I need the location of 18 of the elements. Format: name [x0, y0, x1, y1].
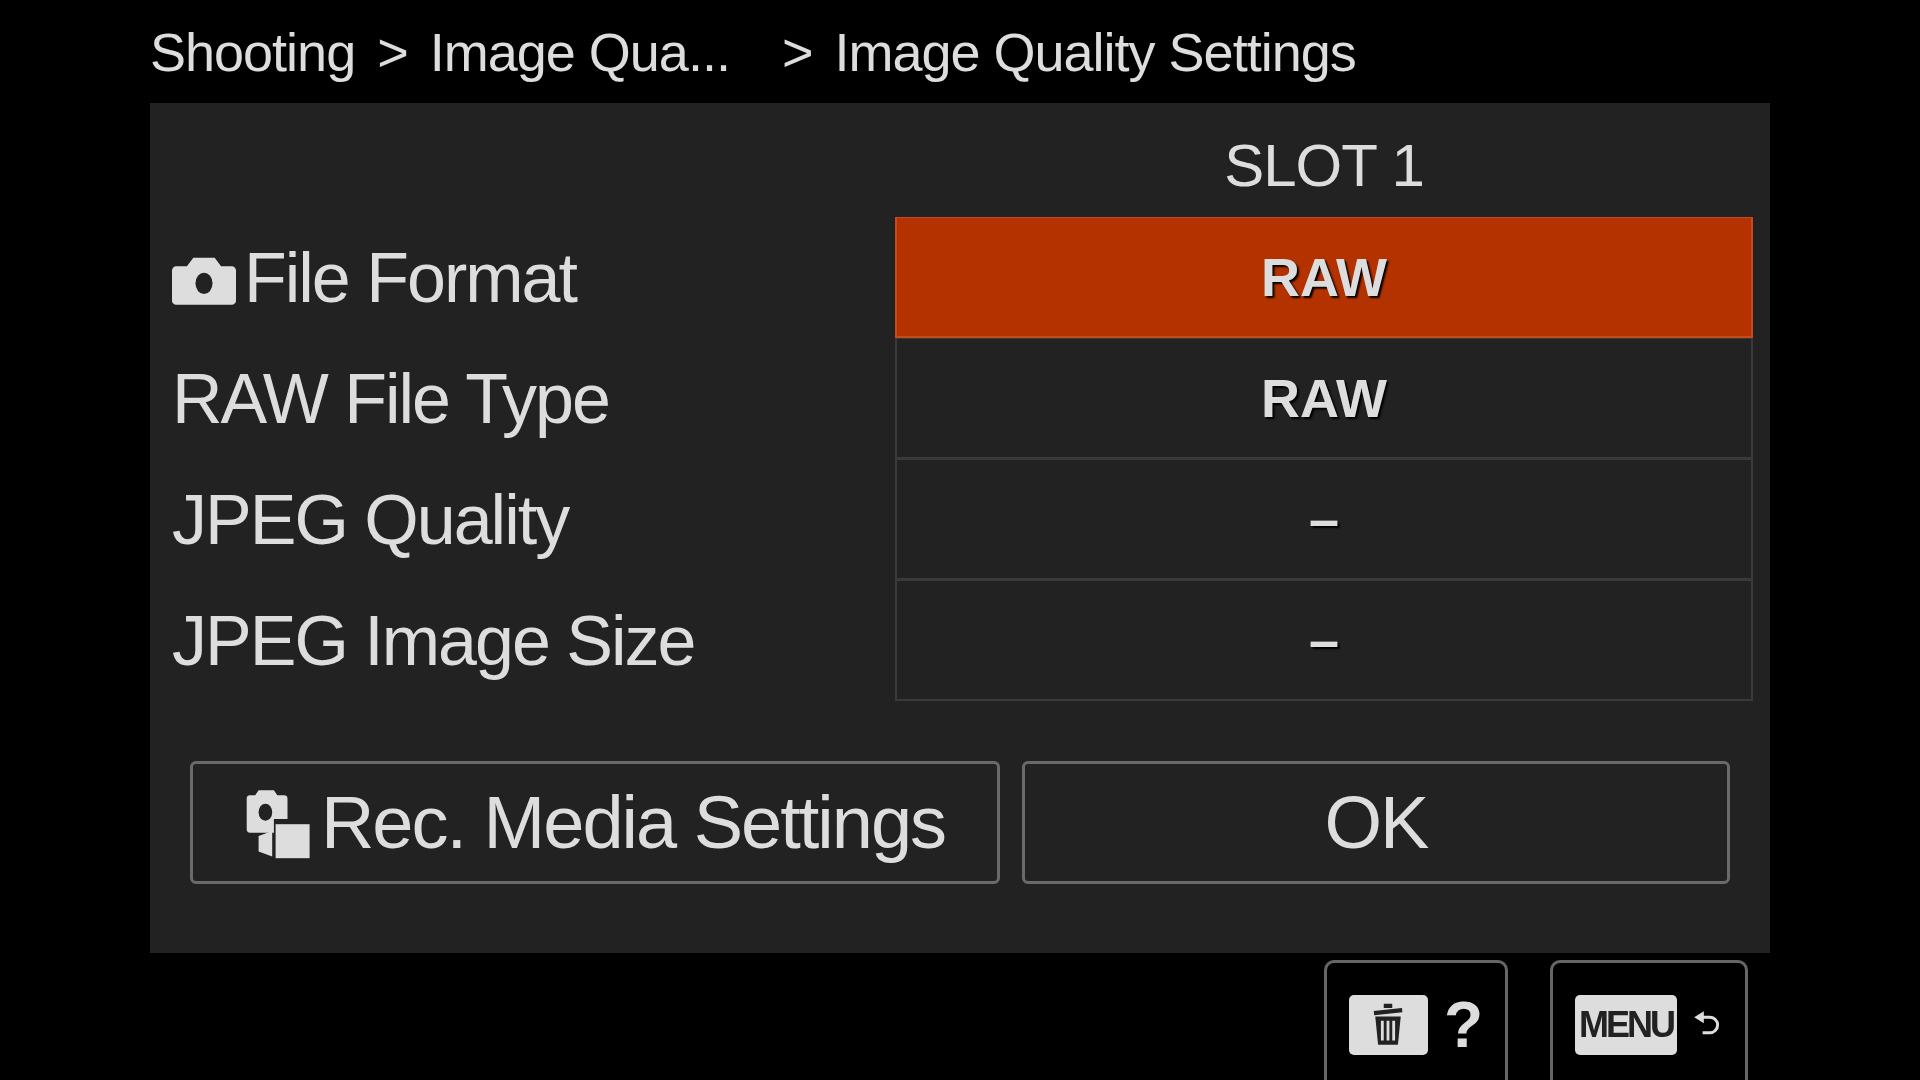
setting-label: JPEG Image Size [172, 600, 695, 681]
column-header: SLOT 1 [1223, 130, 1425, 200]
setting-label: File Format [244, 237, 576, 318]
breadcrumb-item: Image Quality Settings [834, 20, 1356, 83]
breadcrumb-item: Shooting [150, 20, 356, 83]
breadcrumb-separator: > [377, 20, 408, 83]
menu-back-button[interactable]: MENU [1550, 960, 1748, 1080]
value-cell[interactable]: – [895, 459, 1753, 580]
value-cell[interactable]: – [895, 580, 1753, 701]
ok-button[interactable]: OK [1022, 761, 1730, 884]
breadcrumb-separator: > [781, 20, 813, 83]
value-cell[interactable]: RAW [895, 338, 1753, 459]
value-cell[interactable]: RAW [895, 217, 1753, 338]
rec-media-settings-button[interactable]: Rec. Media Settings [190, 761, 1000, 884]
help-button[interactable]: ? [1324, 960, 1508, 1080]
breadcrumb-item: Image Qua... [429, 20, 730, 83]
setting-label: JPEG Quality [172, 479, 569, 560]
setting-label: RAW File Type [172, 358, 609, 439]
